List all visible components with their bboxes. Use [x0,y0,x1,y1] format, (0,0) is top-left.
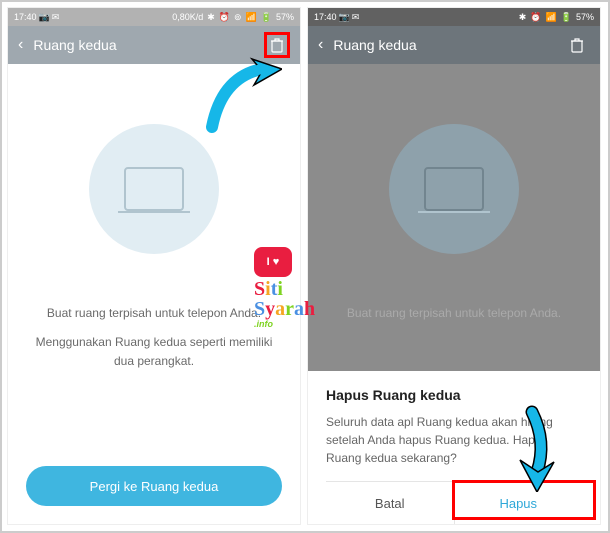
app-header: ‹ Ruang kedua [308,26,600,64]
signal-icon: 📶 [546,12,557,23]
cancel-label: Batal [375,496,405,511]
description-line1: Buat ruang terpisah untuk telepon Anda. [328,304,580,323]
status-battery: 57% [276,12,294,22]
status-right: ✱ ⏰ 📶 🔋 57% [519,12,594,23]
status-battery: 57% [576,12,594,22]
tablet-icon [424,167,484,211]
trash-icon [570,37,584,53]
tutorial-frame: 17:40 📷 ✉ 0,80K/d ✱ ⏰ ⊚ 📶 🔋 57% ‹ Ruang … [0,0,610,533]
camera-icon: 📷 [39,12,50,23]
battery-icon: 🔋 [261,12,272,23]
alarm-icon: ⏰ [530,12,541,23]
main-content: Buat ruang terpisah untuk telepon Anda. [308,64,600,323]
bluetooth-icon: ✱ [519,12,527,23]
statusbar: 17:40 📷 ✉ 0,80K/d ✱ ⏰ ⊚ 📶 🔋 57% [8,8,300,26]
mail-icon: ✉ [52,12,60,23]
signal-icon: 📶 [246,12,257,23]
status-left: 17:40 📷 ✉ [14,12,59,23]
back-icon[interactable]: ‹ [18,36,23,54]
dialog-text: Seluruh data apl Ruang kedua akan hilang… [326,413,582,467]
go-to-second-space-button[interactable]: Pergi ke Ruang kedua [26,466,282,506]
mail-icon: ✉ [352,12,360,23]
dialog-title: Hapus Ruang kedua [326,387,582,403]
wifi-icon: ⊚ [234,12,242,23]
cancel-button[interactable]: Batal [326,482,454,524]
header-title: Ruang kedua [333,37,416,53]
statusbar: 17:40 📷 ✉ ✱ ⏰ 📶 🔋 57% [308,8,600,26]
phone-screenshot-1: 17:40 📷 ✉ 0,80K/d ✱ ⏰ ⊚ 📶 🔋 57% ‹ Ruang … [7,7,301,525]
highlight-confirm [452,480,596,520]
status-right: 0,80K/d ✱ ⏰ ⊚ 📶 🔋 57% [172,12,294,23]
description-line2: Menggunakan Ruang kedua seperti memiliki… [28,333,280,371]
tablet-icon [124,167,184,211]
delete-button[interactable] [564,32,590,58]
alarm-icon: ⏰ [219,12,230,23]
trash-icon [270,37,284,53]
battery-icon: 🔋 [561,12,572,23]
back-icon[interactable]: ‹ [318,36,323,54]
illustration-circle [389,124,519,254]
camera-icon: 📷 [339,12,350,23]
illustration-circle [89,124,219,254]
status-time: 17:40 [14,12,37,22]
header-title: Ruang kedua [33,37,116,53]
delete-button[interactable] [264,32,290,58]
status-net: 0,80K/d [172,12,203,22]
description-line1: Buat ruang terpisah untuk telepon Anda. [28,304,280,323]
bluetooth-icon: ✱ [207,12,215,23]
phone-screenshot-2: 17:40 📷 ✉ ✱ ⏰ 📶 🔋 57% ‹ Ruang kedua [307,7,601,525]
app-header: ‹ Ruang kedua [8,26,300,64]
main-content: Buat ruang terpisah untuk telepon Anda. … [8,64,300,372]
cta-label: Pergi ke Ruang kedua [90,479,219,494]
status-left: 17:40 📷 ✉ [314,12,359,23]
status-time: 17:40 [314,12,337,22]
